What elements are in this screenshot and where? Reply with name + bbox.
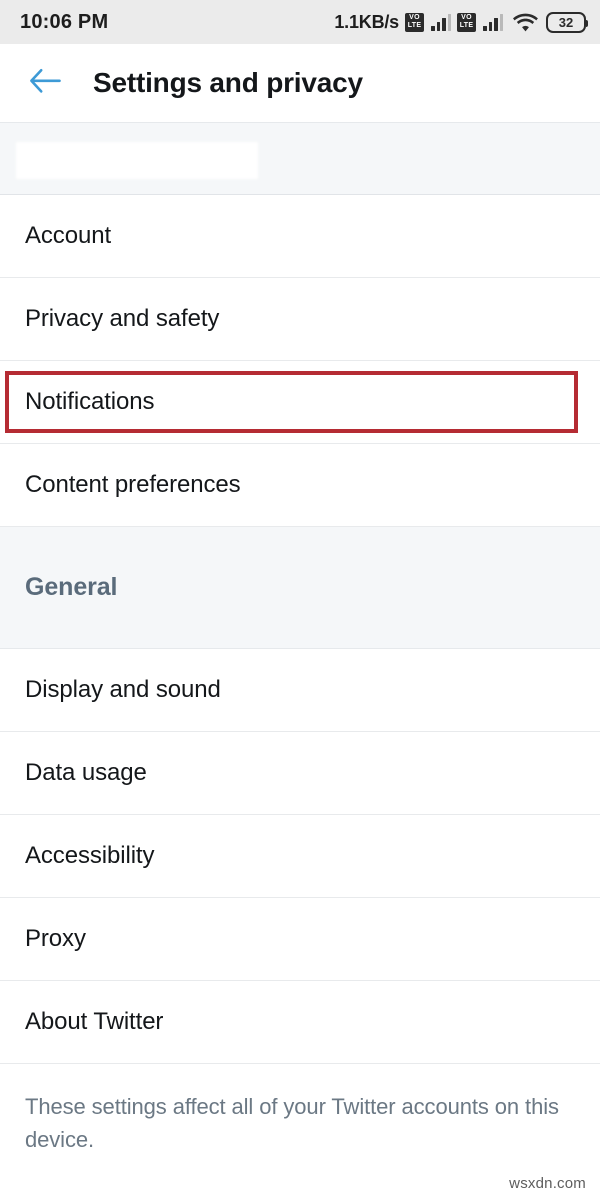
settings-row-label: Data usage — [25, 759, 147, 786]
volte-icon-sim2-bottom: LTE — [459, 22, 474, 29]
settings-row-about-twitter[interactable]: About Twitter — [0, 981, 600, 1064]
watermark: wsxdn.com — [509, 1175, 586, 1192]
settings-row-account[interactable]: Account — [0, 195, 600, 278]
settings-row-privacy-and-safety[interactable]: Privacy and safety — [0, 278, 600, 361]
volte-icon-top: VO — [409, 14, 420, 21]
back-arrow-icon — [28, 68, 62, 99]
footer-note-text: These settings affect all of your Twitte… — [25, 1094, 559, 1152]
footer-note: These settings affect all of your Twitte… — [0, 1064, 600, 1156]
settings-row-label: Notifications — [25, 388, 155, 415]
settings-row-content-preferences[interactable]: Content preferences — [0, 444, 600, 527]
status-icons: 1.1KB/s VO LTE VO LTE 32 — [334, 11, 588, 33]
settings-row-proxy[interactable]: Proxy — [0, 898, 600, 981]
volte-icon-bottom: LTE — [407, 22, 422, 29]
status-clock: 10:06 PM — [20, 10, 109, 33]
network-speed-text: 1.1KB/s — [334, 11, 399, 32]
settings-row-label: Accessibility — [25, 842, 155, 869]
settings-row-data-usage[interactable]: Data usage — [0, 732, 600, 815]
settings-row-label: Display and sound — [25, 676, 221, 703]
section-header-general: General — [0, 527, 600, 649]
volte-icon-sim2: VO LTE — [457, 12, 476, 32]
account-band — [0, 122, 600, 195]
battery-icon: 32 — [546, 11, 588, 33]
redacted-account-name — [16, 142, 258, 179]
settings-row-accessibility[interactable]: Accessibility — [0, 815, 600, 898]
settings-row-label: About Twitter — [25, 1008, 164, 1035]
volte-icon-sim2-top: VO — [461, 14, 472, 21]
settings-list-general: Display and sound Data usage Accessibili… — [0, 649, 600, 1064]
signal-bars-icon-sim2 — [483, 13, 503, 31]
settings-row-display-and-sound[interactable]: Display and sound — [0, 649, 600, 732]
page-title: Settings and privacy — [93, 67, 363, 98]
settings-row-label: Account — [25, 222, 112, 249]
app-bar: Settings and privacy — [0, 44, 600, 122]
back-button[interactable] — [22, 60, 68, 106]
settings-row-label: Privacy and safety — [25, 305, 220, 332]
wifi-icon — [513, 13, 538, 32]
status-bar: 10:06 PM 1.1KB/s VO LTE VO LTE 32 — [0, 0, 600, 44]
volte-icon: VO LTE — [405, 12, 424, 32]
section-header-label: General — [25, 573, 118, 601]
battery-level-text: 32 — [558, 14, 574, 30]
settings-row-label: Content preferences — [25, 471, 241, 498]
settings-list-primary: Account Privacy and safety Notifications… — [0, 195, 600, 527]
settings-row-notifications[interactable]: Notifications — [0, 361, 600, 444]
settings-row-label: Proxy — [25, 925, 86, 952]
signal-bars-icon — [431, 13, 451, 31]
